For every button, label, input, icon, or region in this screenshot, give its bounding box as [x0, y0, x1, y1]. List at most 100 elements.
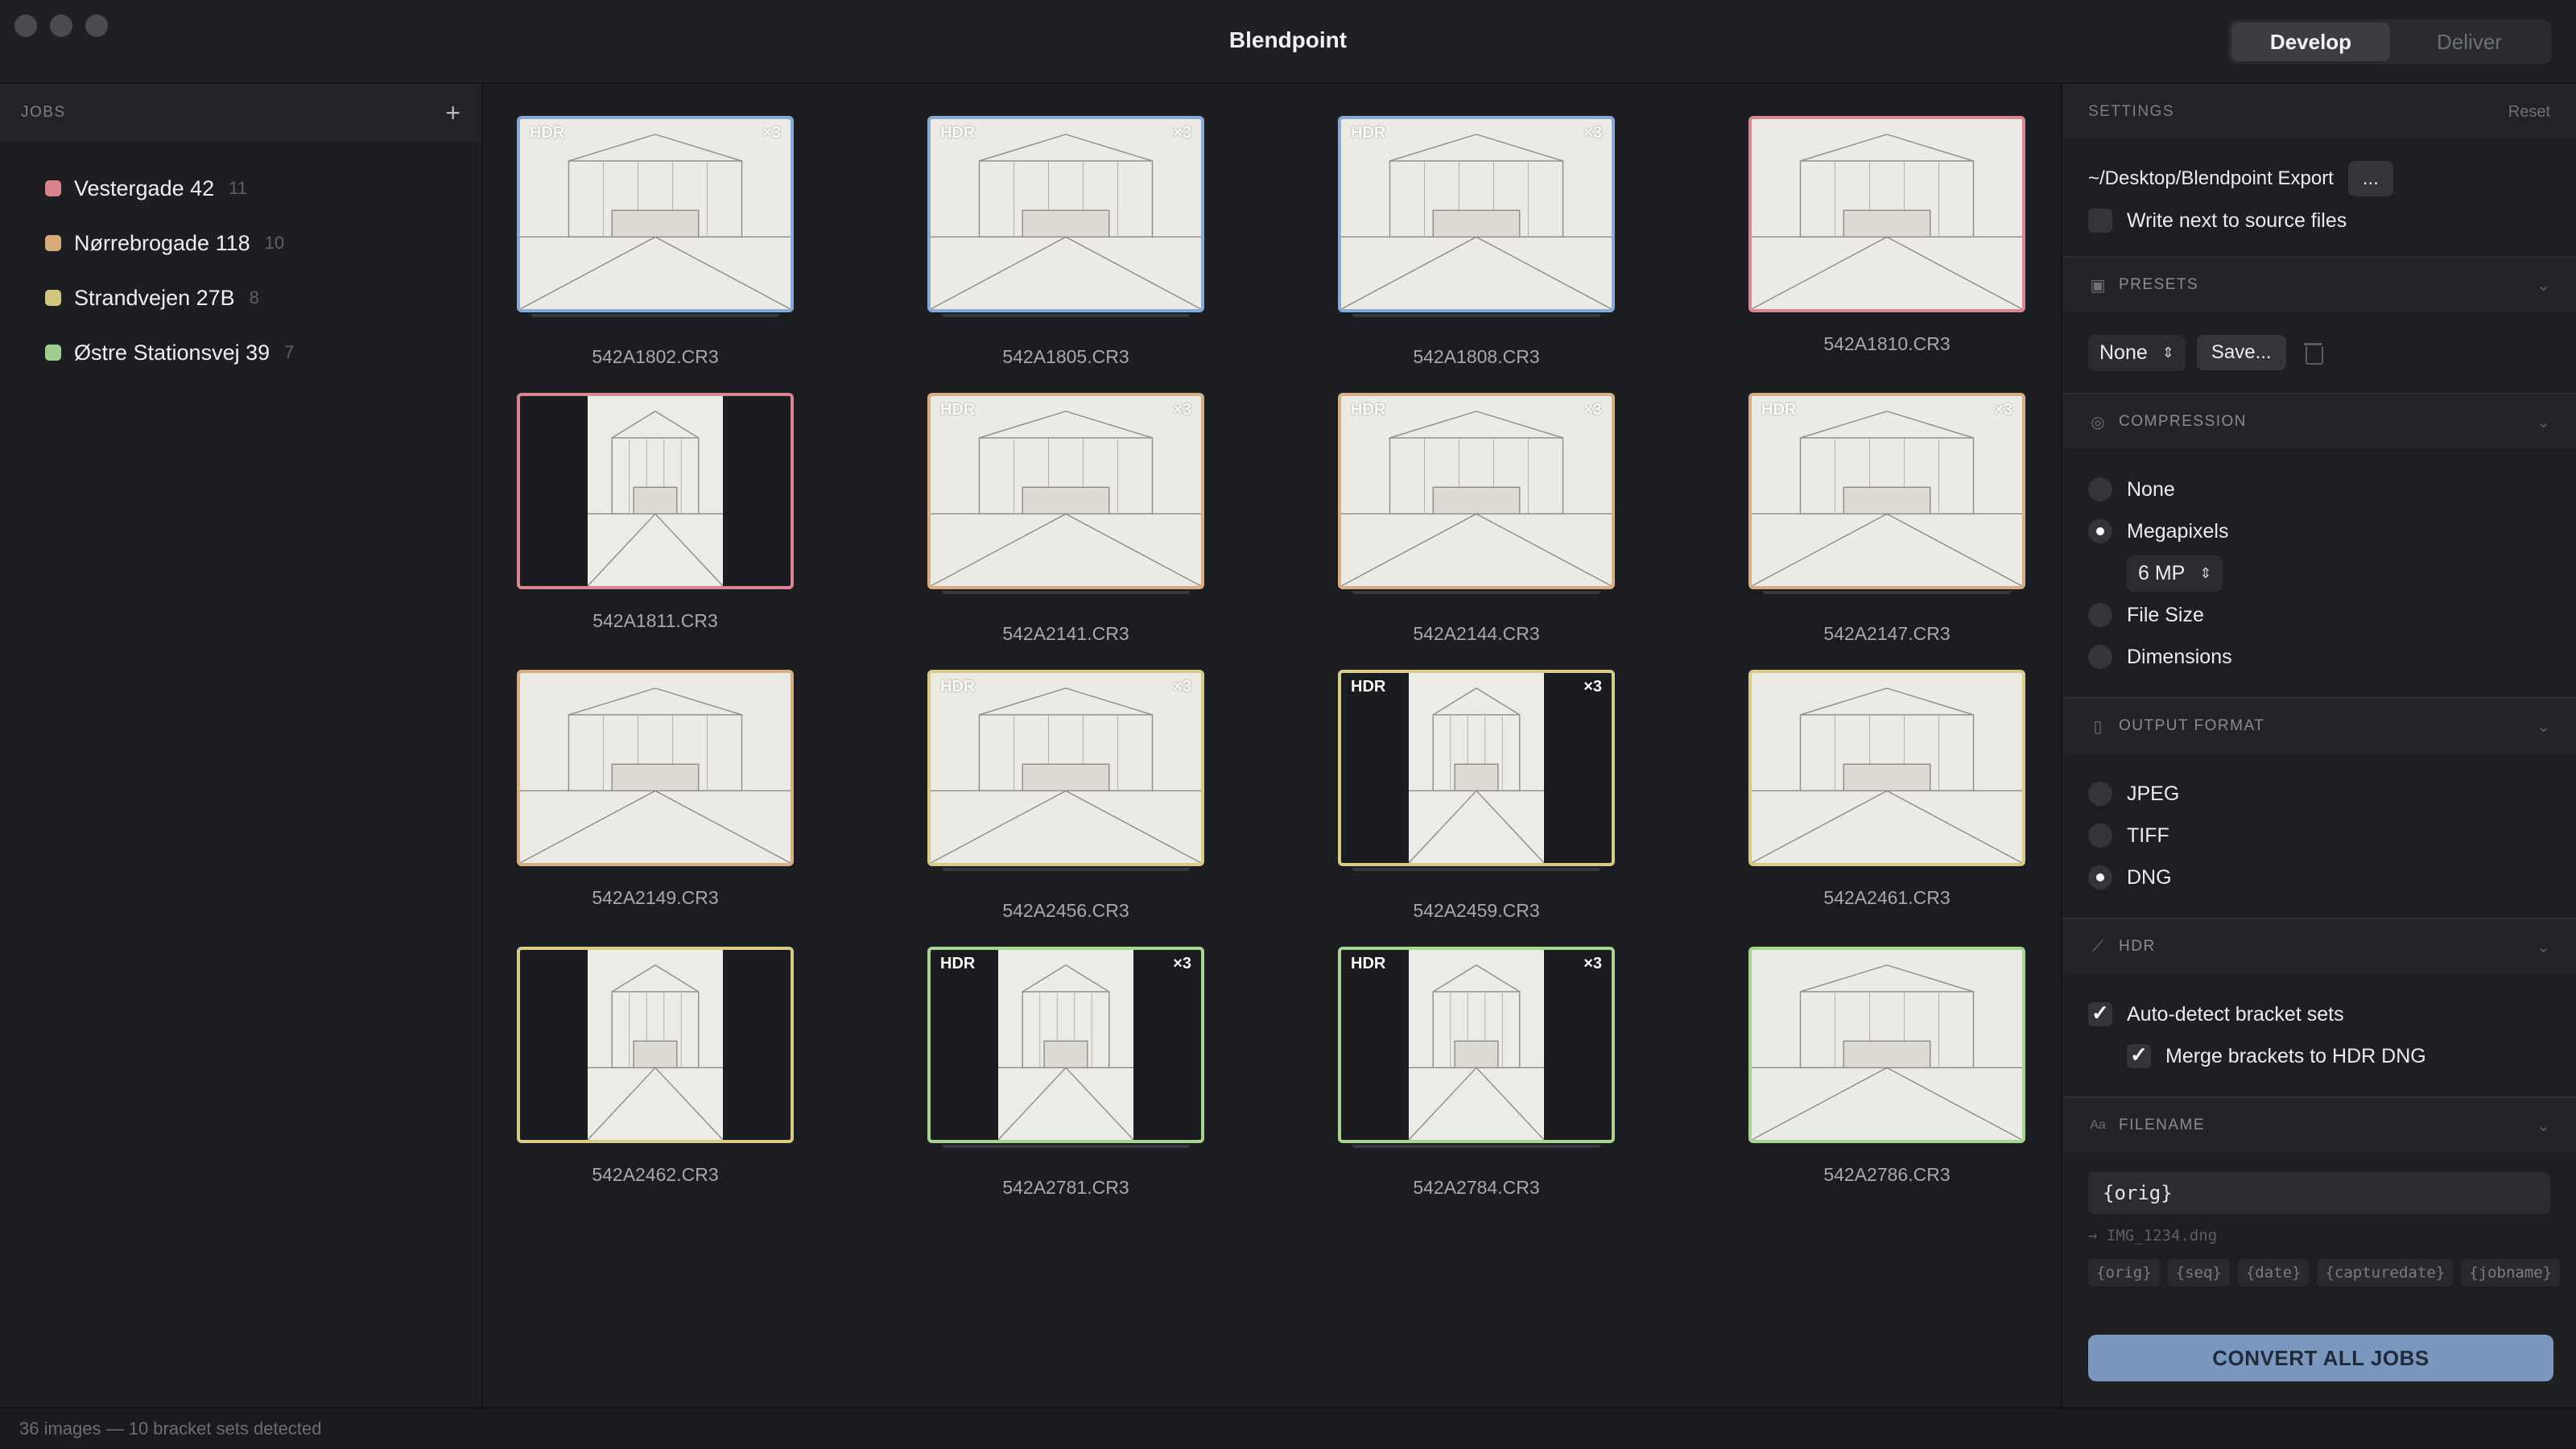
thumbnail-image[interactable] [517, 670, 794, 866]
merge-row[interactable]: Merge brackets to HDR DNG [2088, 1035, 2550, 1077]
token-capturedate[interactable]: {capturedate} [2317, 1259, 2454, 1286]
settings-header: SETTINGS Reset [2062, 84, 2576, 140]
radio-dimensions[interactable] [2088, 645, 2112, 669]
token-seq[interactable]: {seq} [2167, 1259, 2230, 1286]
thumbnail-tile[interactable]: HDR ×3 542A2459.CR3 [1338, 670, 1615, 922]
thumbnail-tile[interactable]: 542A2462.CR3 [517, 947, 794, 1186]
thumbnail-image[interactable] [1748, 116, 2025, 312]
format-option-dng[interactable]: DNG [2088, 857, 2550, 898]
thumbnail-tile[interactable]: 542A2149.CR3 [517, 670, 794, 909]
mode-switcher: Develop Deliver [2228, 19, 2552, 64]
jobs-sidebar: JOBS + Vestergade 42 11 Nørrebrogade 118… [0, 84, 483, 1407]
token-jobname[interactable]: {jobname} [2461, 1259, 2561, 1286]
plus-icon[interactable]: + [445, 100, 460, 126]
filename-pattern-input[interactable]: {orig} [2088, 1172, 2550, 1214]
presets-section-header[interactable]: ▣ PRESETS ⌄ [2062, 256, 2576, 312]
hdr-badge: HDR [1351, 124, 1386, 142]
sidebar-item-job[interactable]: Strandvejen 27B 8 [0, 270, 481, 325]
thumbnail-image[interactable]: HDR ×3 [1338, 116, 1615, 312]
thumbnail-tile[interactable]: HDR ×3 542A2456.CR3 [927, 670, 1204, 922]
sidebar-item-job[interactable]: Nørrebrogade 118 10 [0, 216, 481, 270]
jobs-header: JOBS + [0, 84, 481, 142]
thumbnail-image[interactable]: HDR ×3 [927, 116, 1204, 312]
auto-detect-checkbox[interactable] [2088, 1001, 2112, 1026]
compression-option-dimensions[interactable]: Dimensions [2088, 636, 2550, 678]
thumbnail-image[interactable]: HDR ×3 [927, 670, 1204, 866]
thumbnail-image[interactable] [1748, 947, 2025, 1143]
browse-button[interactable]: ... [2347, 161, 2393, 196]
preset-select[interactable]: None ⇕ [2088, 334, 2186, 371]
preset-value: None [2099, 341, 2148, 364]
thumbnail-tile[interactable]: 542A2786.CR3 [1748, 947, 2025, 1186]
thumbnail-tile[interactable]: HDR ×3 542A2144.CR3 [1338, 393, 1615, 645]
bracket-stack-indicator [1346, 866, 1607, 874]
status-bar: 36 images — 10 bracket sets detected [0, 1407, 2576, 1449]
megapixels-select[interactable]: 6 MP ⇕ [2127, 555, 2223, 592]
thumbnail-tile[interactable]: HDR ×3 542A2784.CR3 [1338, 947, 1615, 1199]
token-date[interactable]: {date} [2237, 1259, 2310, 1286]
compression-option-megapixels[interactable]: Megapixels [2088, 510, 2550, 552]
export-path-row: ~/Desktop/Blendpoint Export ... [2088, 158, 2550, 200]
compression-option-none[interactable]: None [2088, 469, 2550, 510]
dining-room-sketch [1752, 396, 2022, 586]
thumbnail-image[interactable]: HDR ×3 [1338, 670, 1615, 866]
filename-section-header[interactable]: Aa FILENAME ⌄ [2062, 1096, 2576, 1153]
stairwell-sketch [997, 950, 1134, 1140]
reset-button[interactable]: Reset [2508, 103, 2550, 122]
merge-label: Merge brackets to HDR DNG [2165, 1044, 2426, 1067]
thumbnail-tile[interactable]: 542A2461.CR3 [1748, 670, 2025, 909]
compression-option-file-size[interactable]: File Size [2088, 594, 2550, 636]
compression-section-header[interactable]: ◎ COMPRESSION ⌄ [2062, 393, 2576, 449]
thumbnail-filename: 542A2149.CR3 [592, 887, 719, 908]
bedroom-sketch [931, 396, 1201, 586]
radio-megapixels[interactable] [2088, 519, 2112, 543]
token-orig[interactable]: {orig} [2088, 1259, 2160, 1286]
thumbnail-image[interactable]: HDR ×3 [517, 116, 794, 312]
sidebar-item-job[interactable]: Vestergade 42 11 [0, 161, 481, 216]
radio-none[interactable] [2088, 477, 2112, 502]
thumbnail-tile[interactable]: HDR ×3 542A2147.CR3 [1748, 393, 2025, 645]
thumbnail-tile[interactable]: HDR ×3 542A2141.CR3 [927, 393, 1204, 645]
bracket-stack-indicator [935, 866, 1196, 874]
merge-checkbox[interactable] [2127, 1042, 2151, 1068]
thumbnail-image[interactable] [1748, 670, 2025, 866]
radio-file-size[interactable] [2088, 603, 2112, 627]
auto-detect-row[interactable]: Auto-detect bracket sets [2088, 993, 2550, 1035]
thumbnail-tile[interactable]: HDR ×3 542A1808.CR3 [1338, 116, 1615, 368]
trash-icon[interactable] [2303, 342, 2323, 365]
convert-all-jobs-button[interactable]: CONVERT ALL JOBS [2088, 1335, 2553, 1381]
bracket-stack-indicator [1346, 589, 1607, 597]
output-format-section-header[interactable]: ▯ OUTPUT FORMAT ⌄ [2062, 697, 2576, 753]
format-option-jpeg[interactable]: JPEG [2088, 773, 2550, 815]
thumbnail-tile[interactable]: HDR ×3 542A1805.CR3 [927, 116, 1204, 368]
thumbnail-tile[interactable]: HDR ×3 542A1802.CR3 [517, 116, 794, 368]
write-next-row[interactable]: Write next to source files [2088, 200, 2550, 242]
sidebar-item-job[interactable]: Østre Stationsvej 39 7 [0, 325, 481, 380]
app-title: Blendpoint [1228, 27, 1348, 52]
output-format-body: JPEG TIFF DNG [2062, 753, 2576, 918]
hdr-section-header[interactable]: ⟋ HDR ⌄ [2062, 918, 2576, 974]
thumbnail-tile[interactable]: 542A1810.CR3 [1748, 116, 2025, 355]
tab-deliver[interactable]: Deliver [2390, 23, 2549, 61]
job-name: Vestergade 42 [74, 175, 215, 200]
hdr-body: Auto-detect bracket sets Merge brackets … [2062, 974, 2576, 1096]
radio-dng[interactable] [2088, 865, 2112, 890]
hdr-badge: HDR [1351, 678, 1386, 696]
format-option-tiff[interactable]: TIFF [2088, 815, 2550, 857]
thumbnail-image[interactable]: HDR ×3 [927, 393, 1204, 589]
thumbnail-tile[interactable]: 542A1811.CR3 [517, 393, 794, 632]
radio-jpeg[interactable] [2088, 782, 2112, 806]
job-name: Østre Stationsvej 39 [74, 340, 270, 365]
thumbnail-image[interactable]: HDR ×3 [927, 947, 1204, 1143]
thumbnail-tile[interactable]: HDR ×3 542A2781.CR3 [927, 947, 1204, 1199]
write-next-checkbox[interactable] [2088, 208, 2112, 233]
thumbnail-image[interactable]: HDR ×3 [1338, 947, 1615, 1143]
tab-develop[interactable]: Develop [2231, 23, 2390, 61]
thumbnail-image[interactable]: HDR ×3 [1748, 393, 2025, 589]
thumbnail-image[interactable]: HDR ×3 [1338, 393, 1615, 589]
thumbnail-image[interactable] [517, 393, 794, 589]
thumbnail-image[interactable] [517, 947, 794, 1143]
save-preset-button[interactable]: Save... [2196, 335, 2286, 370]
radio-tiff[interactable] [2088, 824, 2112, 848]
bracket-count-badge: ×3 [1583, 124, 1602, 142]
